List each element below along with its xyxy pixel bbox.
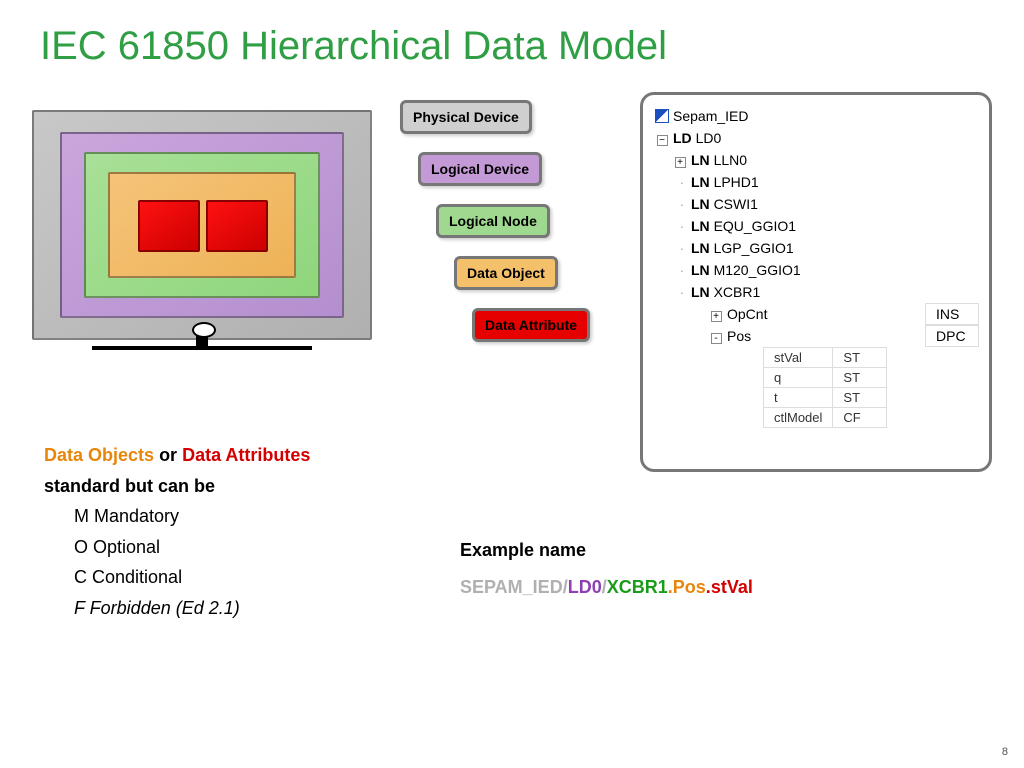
device-stand-icon [92,346,312,350]
tree-ln[interactable]: + LN LLN0 [655,149,979,171]
legend-m: M Mandatory [44,501,310,532]
text-data-objects: Data Objects [44,445,154,465]
tree-ied[interactable]: Sepam_IED [655,105,979,127]
attr-name: q [764,368,833,388]
collapse-icon[interactable]: - [711,333,722,344]
ln-tag: LN [691,262,710,278]
object-type: INS [925,303,979,325]
ln-tag: LN [691,240,710,256]
ln-tag: LN [691,196,710,212]
tree-ied-label: Sepam_IED [673,108,748,124]
tree-data-object[interactable]: + OpCnt INS [709,303,979,325]
legend-logical-node: Logical Node [436,204,550,238]
ln-tag: LN [691,284,710,300]
expand-icon[interactable]: + [711,311,722,322]
ln-name: LLN0 [714,152,747,168]
tree-ln[interactable]: · LN M120_GGIO1 [655,259,979,281]
object-name: Pos [727,328,857,344]
tree-ln[interactable]: · LN CSWI1 [655,193,979,215]
ln-name: LGP_GGIO1 [714,240,794,256]
legend-logical-device: Logical Device [418,152,542,186]
attr-fc: ST [833,348,887,368]
object-type: DPC [925,325,979,347]
example-name: Example name SEPAM_IED/LD0/XCBR1.Pos.stV… [460,540,753,598]
ld-tag: LD [673,130,692,146]
ex-ln: XCBR1 [607,577,668,597]
ied-icon [655,109,669,123]
example-path: SEPAM_IED/LD0/XCBR1.Pos.stVal [460,577,753,598]
tree-ln[interactable]: · LN LPHD1 [655,171,979,193]
nested-model-diagram [32,110,372,370]
legend-data-object: Data Object [454,256,558,290]
ln-tag: LN [691,152,710,168]
legend-o: O Optional [44,532,310,563]
ln-name: EQU_GGIO1 [714,218,796,234]
ln-tag: LN [691,174,710,190]
tree-ln[interactable]: · LN LGP_GGIO1 [655,237,979,259]
page-number: 8 [1002,746,1008,758]
table-row[interactable]: t ST [764,388,887,408]
text-standard-but: standard but can be [44,471,310,502]
attr-fc: CF [833,408,887,428]
object-name: OpCnt [727,306,857,322]
table-row[interactable]: ctlModel CF [764,408,887,428]
text-or: or [159,445,182,465]
tree-ln[interactable]: · LN EQU_GGIO1 [655,215,979,237]
tree-ld[interactable]: − LD LD0 [655,127,979,149]
example-label: Example name [460,540,753,561]
attr-name: t [764,388,833,408]
legend-data-attribute: Data Attribute [472,308,590,342]
ld-name: LD0 [696,130,722,146]
ex-obj: Pos [673,577,706,597]
legend-c: C Conditional [44,562,310,593]
legend: Physical Device Logical Device Logical N… [400,100,600,360]
text-data-attributes: Data Attributes [182,445,310,465]
attr-fc: ST [833,388,887,408]
table-row[interactable]: stVal ST [764,348,887,368]
object-tree-panel: Sepam_IED − LD LD0 + LN LLN0 · LN LPHD1 … [640,92,992,472]
ln-name: LPHD1 [714,174,759,190]
collapse-icon[interactable]: − [657,135,668,146]
expand-icon[interactable]: + [675,157,686,168]
ex-ied: SEPAM_IED [460,577,563,597]
attr-fc: ST [833,368,887,388]
ln-tag: LN [691,218,710,234]
ex-attr: stVal [711,577,753,597]
tree-ln[interactable]: · LN XCBR1 [655,281,979,303]
legend-physical-device: Physical Device [400,100,532,134]
attribute-table: stVal ST q ST t ST ctlModel CF [763,347,887,428]
slide-title: IEC 61850 Hierarchical Data Model [40,24,667,69]
layer-data-attribute [206,200,268,252]
attr-name: ctlModel [764,408,833,428]
ex-ld: LD0 [568,577,602,597]
table-row[interactable]: q ST [764,368,887,388]
layer-data-attribute [138,200,200,252]
ln-name: XCBR1 [714,284,761,300]
ln-name: CSWI1 [714,196,758,212]
attr-name: stVal [764,348,833,368]
ln-name: M120_GGIO1 [714,262,801,278]
legend-explanation: Data Objects or Data Attributes standard… [44,440,310,624]
legend-f: F Forbidden (Ed 2.1) [44,593,310,624]
tree-data-object[interactable]: - Pos DPC [709,325,979,347]
